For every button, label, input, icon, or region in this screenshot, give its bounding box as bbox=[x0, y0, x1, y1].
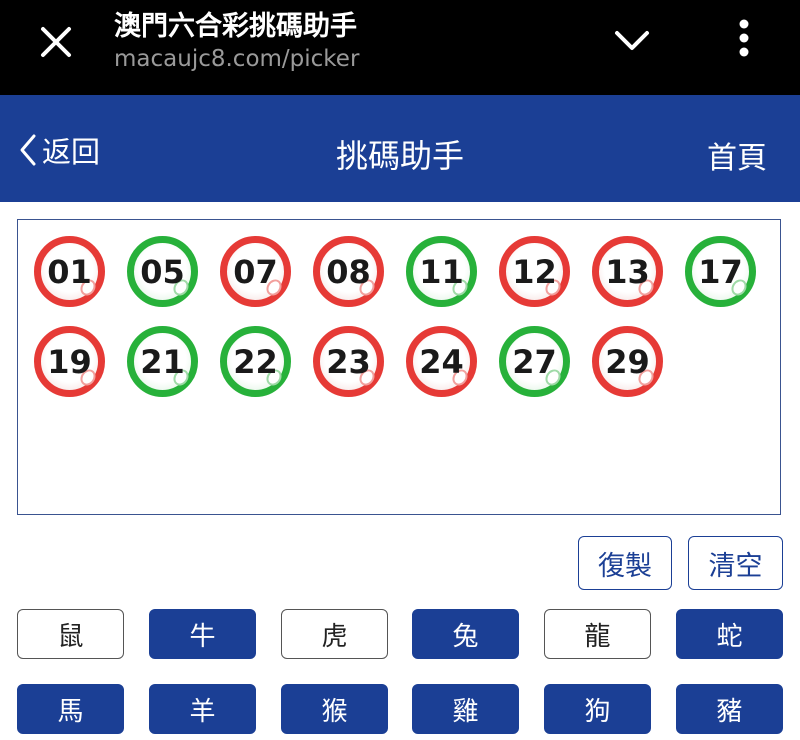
number-ball-label: 13 bbox=[605, 252, 650, 291]
number-ball[interactable]: 17 bbox=[685, 236, 756, 307]
number-ball-label: 21 bbox=[140, 342, 185, 381]
browser-url[interactable]: macaujc8.com/picker bbox=[114, 46, 359, 72]
number-ball[interactable]: 13 bbox=[592, 236, 663, 307]
number-ball-label: 11 bbox=[419, 252, 464, 291]
selected-numbers-panel: 01 05 07 08 11 12 13 17 19 21 22 23 24 27 29 bbox=[17, 219, 781, 515]
number-ball-label: 19 bbox=[47, 342, 92, 381]
page-title: 挑碼助手 bbox=[335, 137, 464, 175]
number-ball-label: 29 bbox=[605, 342, 650, 381]
more-vert-icon[interactable] bbox=[730, 18, 758, 58]
number-ball[interactable]: 07 bbox=[220, 236, 291, 307]
browser-toolbar: 澳門六合彩挑碼助手 macaujc8.com/picker bbox=[0, 0, 800, 95]
chevron-down-icon[interactable] bbox=[612, 26, 652, 56]
number-ball-label: 01 bbox=[47, 252, 92, 291]
zodiac-button[interactable]: 馬 bbox=[17, 684, 124, 734]
number-ball[interactable]: 22 bbox=[220, 326, 291, 397]
copy-button[interactable]: 復製 bbox=[578, 536, 672, 590]
close-icon[interactable] bbox=[36, 22, 76, 62]
zodiac-button[interactable]: 羊 bbox=[149, 684, 256, 734]
number-ball-label: 22 bbox=[233, 342, 278, 381]
browser-page-title: 澳門六合彩挑碼助手 bbox=[114, 11, 357, 42]
number-ball[interactable]: 24 bbox=[406, 326, 477, 397]
number-ball[interactable]: 27 bbox=[499, 326, 570, 397]
zodiac-button[interactable]: 龍 bbox=[544, 609, 651, 659]
selected-numbers-list: 01 05 07 08 11 12 13 17 19 21 22 23 24 27 29 bbox=[34, 236, 774, 416]
zodiac-button[interactable]: 兔 bbox=[412, 609, 519, 659]
number-ball[interactable]: 23 bbox=[313, 326, 384, 397]
number-ball-label: 07 bbox=[233, 252, 278, 291]
number-ball[interactable]: 29 bbox=[592, 326, 663, 397]
number-ball-label: 08 bbox=[326, 252, 371, 291]
number-ball-label: 12 bbox=[512, 252, 557, 291]
zodiac-button[interactable]: 牛 bbox=[149, 609, 256, 659]
app-header: 返回 挑碼助手 首頁 bbox=[0, 95, 800, 202]
zodiac-button[interactable]: 鼠 bbox=[17, 609, 124, 659]
number-ball-label: 24 bbox=[419, 342, 464, 381]
number-ball[interactable]: 05 bbox=[127, 236, 198, 307]
number-ball[interactable]: 12 bbox=[499, 236, 570, 307]
number-ball[interactable]: 21 bbox=[127, 326, 198, 397]
number-ball-label: 05 bbox=[140, 252, 185, 291]
zodiac-button[interactable]: 狗 bbox=[544, 684, 651, 734]
number-ball[interactable]: 01 bbox=[34, 236, 105, 307]
number-ball-label: 23 bbox=[326, 342, 371, 381]
clear-button[interactable]: 清空 bbox=[688, 536, 783, 590]
home-link[interactable]: 首頁 bbox=[707, 133, 767, 177]
zodiac-button[interactable]: 蛇 bbox=[676, 609, 783, 659]
number-ball-label: 27 bbox=[512, 342, 557, 381]
zodiac-button[interactable]: 猴 bbox=[281, 684, 388, 734]
zodiac-button[interactable]: 雞 bbox=[412, 684, 519, 734]
number-ball[interactable]: 08 bbox=[313, 236, 384, 307]
number-ball[interactable]: 19 bbox=[34, 326, 105, 397]
zodiac-button[interactable]: 豬 bbox=[676, 684, 783, 734]
zodiac-button[interactable]: 虎 bbox=[281, 609, 388, 659]
number-ball-label: 17 bbox=[698, 252, 743, 291]
number-ball[interactable]: 11 bbox=[406, 236, 477, 307]
